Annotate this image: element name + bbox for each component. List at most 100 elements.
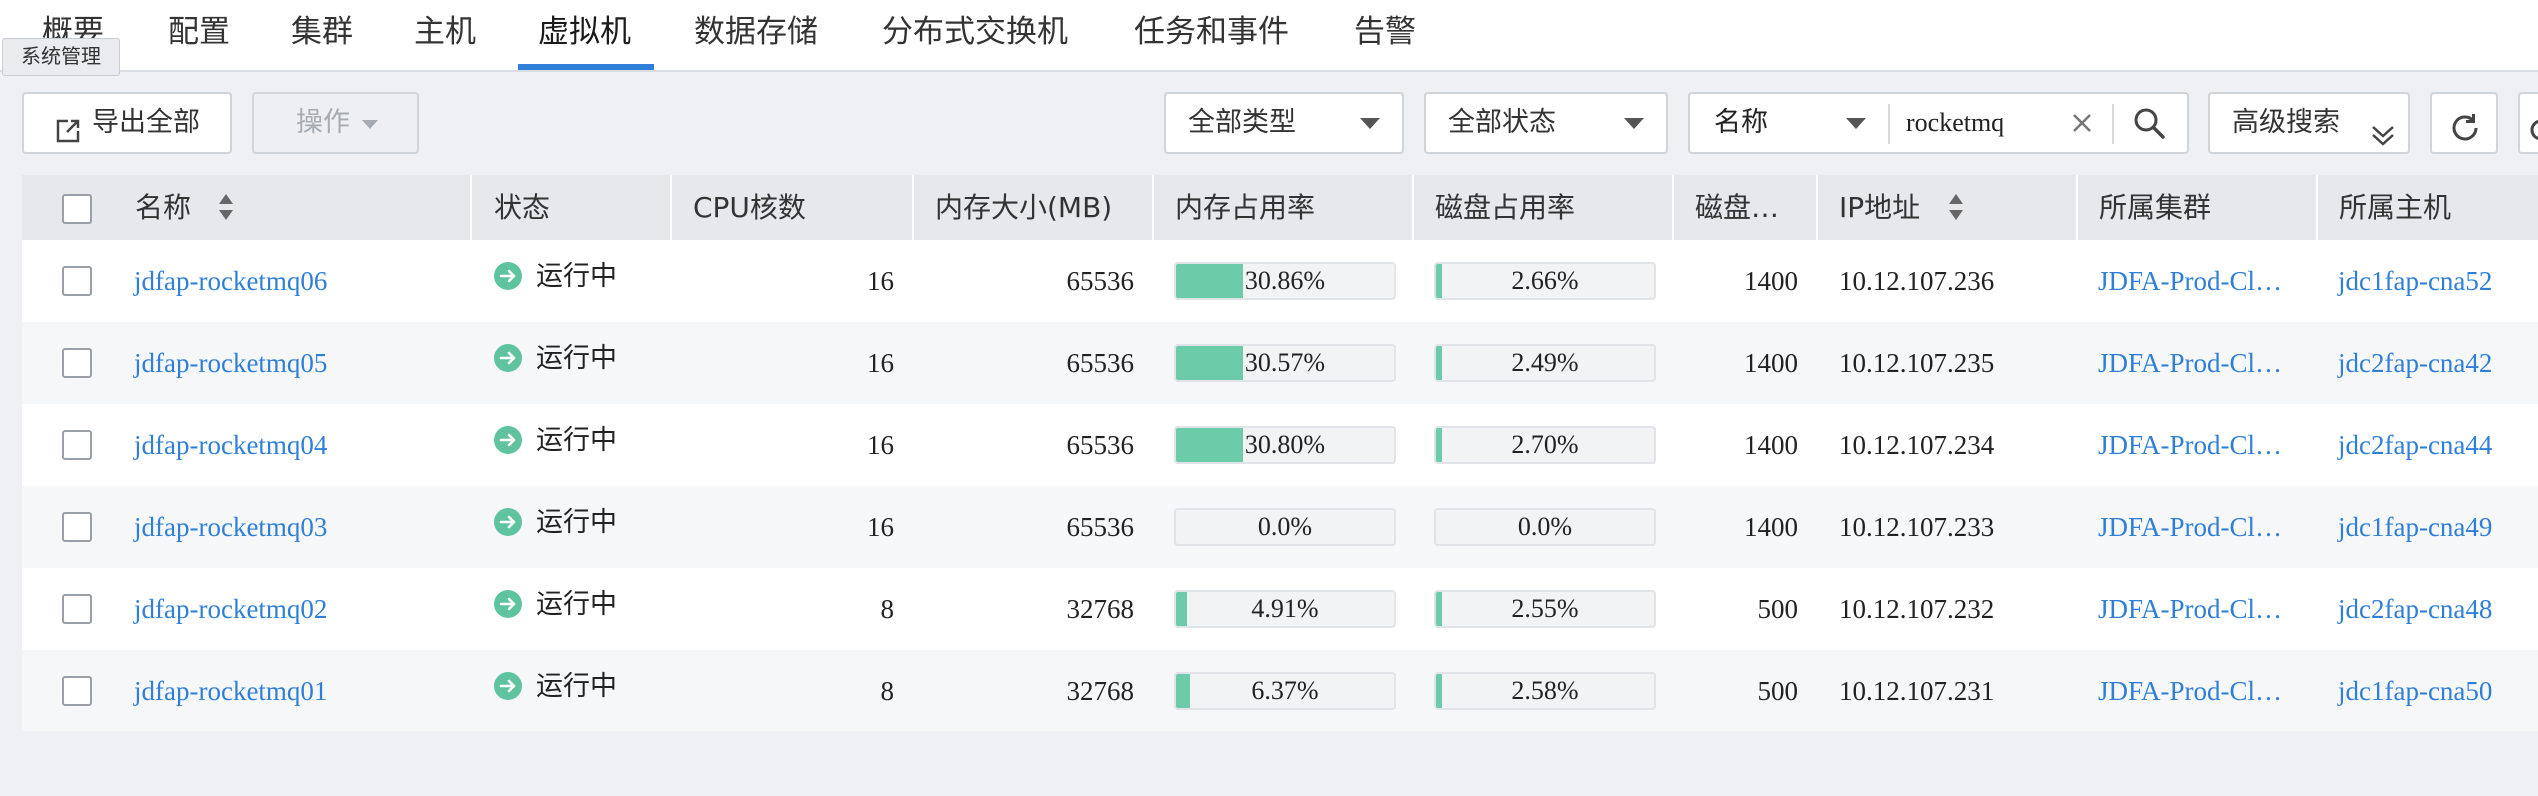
host-link[interactable]: jdc1fap-cna50 [2338,650,2492,732]
select-all-checkbox[interactable] [62,194,92,224]
table-row[interactable]: jdfap-rocketmq02 运行中 8 32768 4.91% 2.55% 500 10… [22,568,2538,650]
host-link[interactable]: jdc1fap-cna52 [2338,240,2492,322]
disk-size: 500 [1757,594,1799,624]
table-row[interactable]: jdfap-rocketmq05 运行中 16 65536 30.57% 2.49% 140… [22,322,2538,404]
status-filter-select[interactable]: 全部状态 [1424,92,1668,154]
memory-usage-text: 30.80% [1244,430,1326,459]
tab-tasks-events[interactable]: 任务和事件 [1134,0,1289,70]
running-status-icon [494,344,522,372]
table-row[interactable]: jdfap-rocketmq03 运行中 16 65536 0.0% 0.0% 1400 10… [22,486,2538,568]
disk-usage-bar: 2.66% [1434,262,1656,300]
disk-usage-text: 2.66% [1511,266,1579,295]
col-status: 状态 [494,191,551,224]
tab-host[interactable]: 主机 [414,0,476,70]
vm-name-link[interactable]: jdfap-rocketmq02 [134,568,327,650]
cluster-link[interactable]: JDFA-Prod-Cl… [2098,322,2282,404]
memory-usage-bar: 30.86% [1174,262,1396,300]
column-separator [912,175,914,240]
col-cpu: CPU核数 [693,191,806,224]
host-link[interactable]: jdc2fap-cna48 [2338,568,2492,650]
col-name[interactable]: 名称 [135,175,191,240]
vm-name-link[interactable]: jdfap-rocketmq01 [134,650,327,732]
export-all-label: 导出全部 [92,107,200,138]
tab-cluster[interactable]: 集群 [291,0,353,70]
settings-button[interactable] [2518,92,2538,154]
host-link[interactable]: jdc1fap-cna49 [2338,486,2492,568]
col-disk: 磁盘… [1695,191,1780,224]
column-separator [1412,175,1414,240]
column-separator [2316,175,2318,240]
sort-icon[interactable] [1948,193,1964,221]
type-filter-select[interactable]: 全部类型 [1164,92,1404,154]
table-row[interactable]: jdfap-rocketmq06 运行中 16 65536 30.86% 2.66% 140… [22,240,2538,322]
advanced-search-button[interactable]: 高级搜索 [2208,92,2410,154]
search-box: 名称 rocketmq [1688,92,2189,154]
export-icon [54,108,82,143]
memory-usage-text: 6.37% [1251,676,1319,705]
search-field-select[interactable]: 名称 [1690,94,1888,152]
export-all-button[interactable]: 导出全部 [22,92,232,154]
row-checkbox[interactable] [62,348,92,378]
cluster-link[interactable]: JDFA-Prod-Cl… [2098,240,2282,322]
memory-size: 32768 [1066,676,1135,706]
row-checkbox[interactable] [62,266,92,296]
search-input[interactable]: rocketmq [1906,94,2066,152]
col-memory-usage: 内存占用率 [1175,191,1316,224]
divider [2112,104,2114,144]
cpu-cores: 16 [867,266,894,296]
cpu-cores: 8 [880,594,895,624]
vm-name-link[interactable]: jdfap-rocketmq06 [134,240,327,322]
action-button[interactable]: 操作 [252,92,419,154]
col-disk-usage: 磁盘占用率 [1435,191,1576,224]
col-ip[interactable]: IP地址 [1839,175,1920,240]
ip-address: 10.12.107.232 [1839,594,1995,624]
ip-address: 10.12.107.231 [1839,676,1995,706]
cpu-cores: 8 [880,676,895,706]
table-row[interactable]: jdfap-rocketmq01 运行中 8 32768 6.37% 2.58% 500 10… [22,650,2538,732]
row-checkbox[interactable] [62,676,92,706]
row-checkbox[interactable] [62,594,92,624]
disk-size: 1400 [1744,266,1798,296]
disk-size: 1400 [1744,512,1798,542]
host-link[interactable]: jdc2fap-cna44 [2338,404,2492,486]
tab-distributed-switch[interactable]: 分布式交换机 [882,0,1068,70]
row-checkbox[interactable] [62,430,92,460]
memory-size: 65536 [1066,512,1135,542]
refresh-button[interactable] [2430,92,2498,154]
status-text: 运行中 [536,261,617,292]
row-checkbox[interactable] [62,512,92,542]
table-row[interactable]: jdfap-rocketmq04 运行中 16 65536 30.80% 2.70% 140… [22,404,2538,486]
host-link[interactable]: jdc2fap-cna42 [2338,322,2492,404]
tab-datastore[interactable]: 数据存储 [694,0,818,70]
memory-size: 65536 [1066,430,1135,460]
ip-address: 10.12.107.233 [1839,512,1995,542]
tab-alarms[interactable]: 告警 [1354,0,1416,70]
search-icon[interactable] [2132,106,2166,140]
divider [1888,104,1890,144]
vm-name-link[interactable]: jdfap-rocketmq04 [134,404,327,486]
column-separator [2076,175,2078,240]
running-status-icon [494,672,522,700]
vm-name-link[interactable]: jdfap-rocketmq03 [134,486,327,568]
col-host: 所属主机 [2339,191,2452,224]
cluster-link[interactable]: JDFA-Prod-Cl… [2098,486,2282,568]
column-separator [1152,175,1154,240]
tab-config[interactable]: 配置 [168,0,230,70]
vm-name-link[interactable]: jdfap-rocketmq05 [134,322,327,404]
disk-usage-bar: 2.49% [1434,344,1656,382]
status-text: 运行中 [536,343,617,374]
cluster-link[interactable]: JDFA-Prod-Cl… [2098,650,2282,732]
active-tab-indicator [518,64,654,70]
tab-vm[interactable]: 虚拟机 [538,0,631,70]
cluster-link[interactable]: JDFA-Prod-Cl… [2098,568,2282,650]
memory-usage-bar: 30.57% [1174,344,1396,382]
cluster-link[interactable]: JDFA-Prod-Cl… [2098,404,2282,486]
clear-icon[interactable] [2070,111,2094,135]
caret-down-icon [362,120,378,129]
col-memory: 内存大小(MB) [935,191,1113,224]
running-status-icon [494,426,522,454]
caret-down-icon [1360,118,1380,129]
sort-icon[interactable] [218,193,234,221]
memory-usage-bar: 6.37% [1174,672,1396,710]
memory-size: 65536 [1066,348,1135,378]
